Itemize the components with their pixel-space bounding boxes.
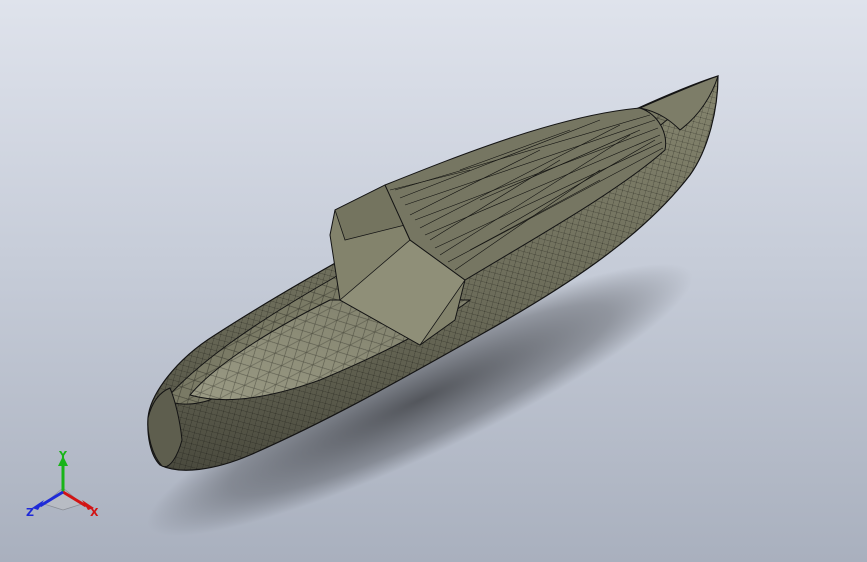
orientation-triad[interactable]: Y X Z bbox=[22, 448, 104, 524]
z-axis-label: Z bbox=[26, 506, 34, 519]
y-axis-label: Y bbox=[58, 449, 68, 462]
graphics-viewport[interactable] bbox=[0, 0, 867, 562]
x-axis-label: X bbox=[90, 506, 99, 519]
